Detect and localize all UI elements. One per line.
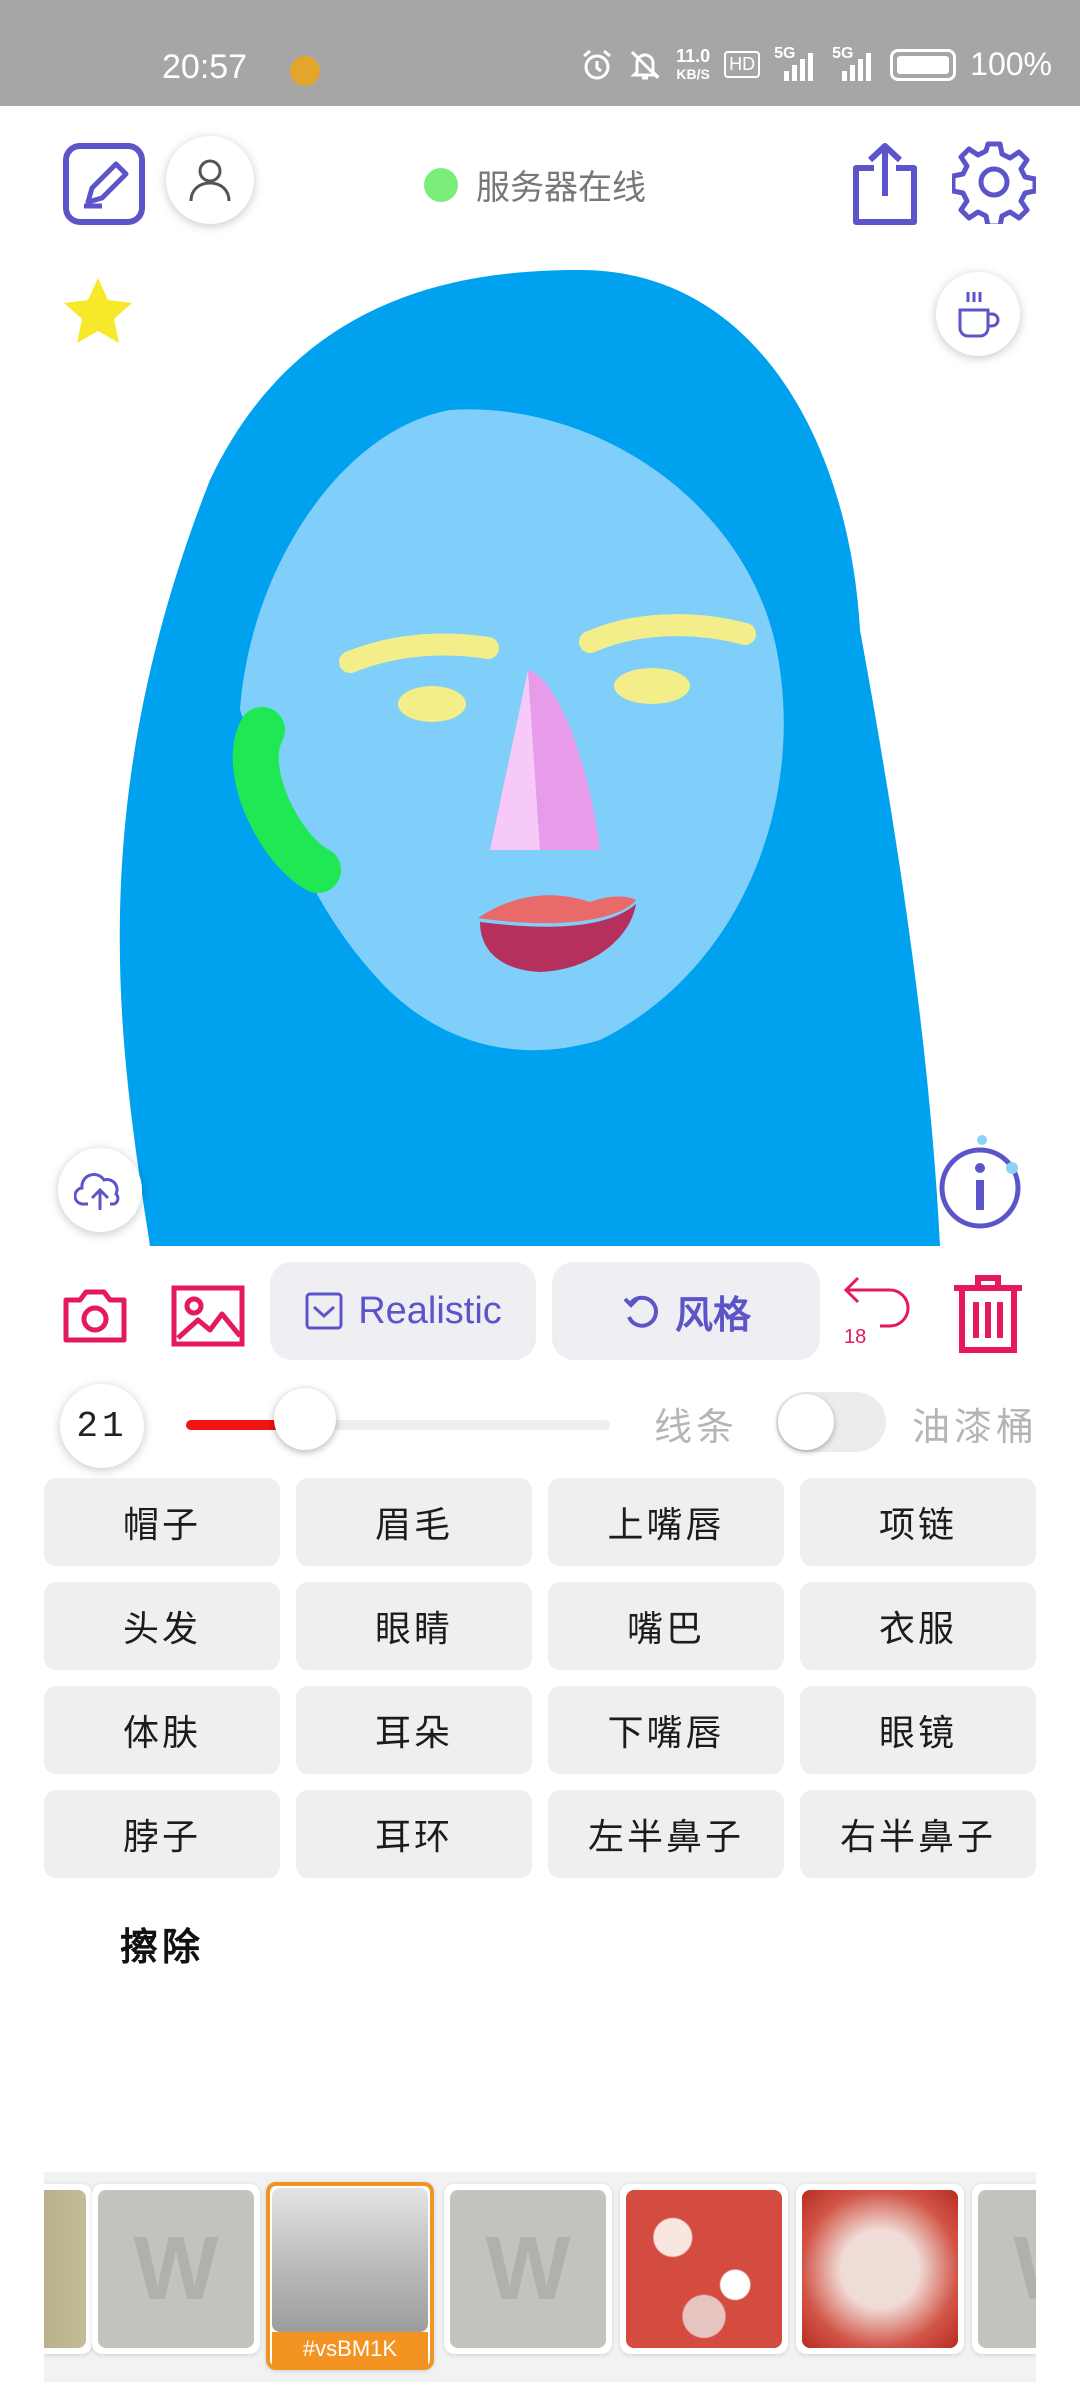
favorite-button[interactable]	[60, 274, 136, 350]
drawing-canvas[interactable]	[0, 250, 1080, 1246]
battery-icon	[890, 48, 957, 81]
delete-button[interactable]	[950, 1272, 1026, 1356]
camera-icon	[63, 1289, 127, 1343]
watermark: W	[485, 2218, 571, 2319]
gallery-thumb-selected[interactable]: #vsBM1K	[266, 2182, 434, 2370]
bucket-toggle[interactable]	[776, 1392, 886, 1452]
coffee-icon	[958, 292, 1000, 338]
star-icon	[64, 278, 132, 343]
status-time: 20:57	[162, 48, 248, 86]
style-button[interactable]: 风格	[552, 1262, 820, 1360]
gallery-thumb[interactable]: W	[92, 2184, 260, 2354]
face-drawing	[119, 270, 940, 1246]
camera-button[interactable]	[60, 1286, 130, 1346]
trash-icon	[954, 1275, 1022, 1353]
part-button[interactable]: 项链	[800, 1478, 1036, 1566]
refresh-icon	[623, 1295, 658, 1328]
left-eye-stroke	[398, 686, 466, 722]
server-status-label: 服务器在线	[476, 168, 646, 208]
checkbox-icon	[305, 1292, 343, 1330]
profile-button[interactable]	[166, 136, 254, 224]
info-icon	[939, 1135, 1021, 1229]
image-icon	[171, 1285, 245, 1347]
mute-icon	[630, 50, 660, 79]
signal-icon-2: 5G	[832, 45, 876, 81]
part-button[interactable]: 眼镜	[800, 1686, 1036, 1774]
brush-size-slider[interactable]	[186, 1420, 610, 1430]
brush-size-badge: 21	[60, 1384, 144, 1468]
part-button[interactable]: 嘴巴	[548, 1582, 784, 1670]
bucket-mode-label: 油漆桶	[912, 1405, 1039, 1449]
part-button[interactable]: 体肤	[44, 1686, 280, 1774]
style-label: 风格	[674, 1291, 751, 1337]
server-status: 服务器在线	[424, 160, 646, 209]
style-gallery[interactable]: W #vsBM1K W W	[44, 2172, 1036, 2382]
part-button[interactable]: 左半鼻子	[548, 1790, 784, 1878]
gear-icon	[950, 141, 1038, 229]
part-button[interactable]: 眉毛	[296, 1478, 532, 1566]
edit-icon	[63, 143, 145, 225]
notification-icon	[290, 56, 320, 86]
watermark: W	[1014, 2218, 1036, 2321]
part-button[interactable]: 眼睛	[296, 1582, 532, 1670]
share-icon	[853, 143, 917, 225]
alarm-icon	[583, 49, 612, 79]
part-button[interactable]: 下嘴唇	[548, 1686, 784, 1774]
battery-level: 100%	[970, 46, 1052, 82]
info-button[interactable]	[932, 1130, 1032, 1230]
settings-button[interactable]	[950, 140, 1038, 229]
watermark: W	[133, 2218, 219, 2319]
gallery-thumb[interactable]: W	[972, 2184, 1036, 2354]
edit-button[interactable]	[62, 142, 146, 226]
share-button[interactable]	[848, 142, 922, 226]
tool-row: Realistic 风格 18	[0, 1262, 1080, 1362]
gallery-button[interactable]	[170, 1284, 246, 1348]
right-eye-stroke	[614, 668, 690, 704]
part-button[interactable]: 右半鼻子	[800, 1790, 1036, 1878]
gallery-thumb[interactable]	[620, 2184, 788, 2354]
parts-grid: 帽子 眉毛 上嘴唇 项链头发 眼睛 嘴巴 衣服体肤 耳朵 下嘴唇 眼镜脖子 耳环 左半鼻子 右半鼻子	[44, 1478, 1036, 1878]
erase-button[interactable]: 擦除	[120, 1916, 204, 1971]
gallery-thumb[interactable]	[44, 2184, 92, 2354]
status-bar: 20:57 11.0 KB/S HD 5G 5G 100%	[0, 0, 1080, 106]
status-dot	[424, 167, 458, 202]
hd-icon: HD	[724, 51, 761, 78]
realistic-button[interactable]: Realistic	[270, 1262, 536, 1360]
gallery-thumb[interactable]: W	[444, 2184, 612, 2354]
realistic-label: Realistic	[358, 1289, 502, 1332]
part-button[interactable]: 头发	[44, 1582, 280, 1670]
part-button[interactable]: 上嘴唇	[548, 1478, 784, 1566]
net-speed: 11.0 KB/S	[676, 45, 711, 82]
gallery-thumb[interactable]	[796, 2184, 964, 2354]
part-button[interactable]: 帽子	[44, 1478, 280, 1566]
part-button[interactable]: 耳环	[296, 1790, 532, 1878]
undo-count: 18	[844, 1326, 867, 1348]
toggle-knob	[778, 1394, 834, 1450]
status-icons: 11.0 KB/S HD 5G 5G 100%	[580, 45, 1052, 83]
user-icon	[189, 159, 231, 202]
part-button[interactable]: 衣服	[800, 1582, 1036, 1670]
signal-icon-1: 5G	[774, 45, 818, 81]
undo-icon	[843, 1276, 910, 1328]
selected-caption: #vsBM1K	[272, 2332, 428, 2366]
part-button[interactable]: 耳朵	[296, 1686, 532, 1774]
slider-thumb[interactable]	[273, 1388, 336, 1450]
upload-button[interactable]	[58, 1148, 142, 1232]
cloud-upload-icon	[74, 1173, 120, 1210]
line-mode-label: 线条	[654, 1405, 739, 1449]
undo-button[interactable]: 18	[840, 1274, 920, 1354]
coffee-button[interactable]	[936, 272, 1020, 356]
part-button[interactable]: 脖子	[44, 1790, 280, 1878]
